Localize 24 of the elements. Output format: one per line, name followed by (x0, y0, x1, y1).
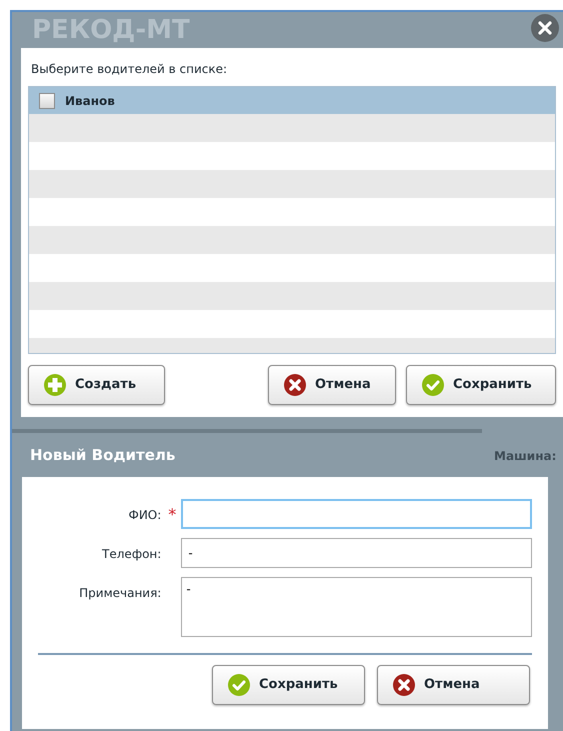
checkbox[interactable] (39, 92, 55, 108)
create-button[interactable]: Создать (28, 365, 165, 405)
text-field[interactable] (181, 499, 532, 529)
field-label: Телефон: (102, 546, 162, 563)
notes-field[interactable]: - (181, 577, 532, 637)
save-button[interactable]: Сохранить (406, 365, 556, 405)
plus-icon (43, 373, 67, 397)
dialog-title: Новый Водитель (30, 444, 176, 466)
save-button[interactable]: Сохранить (212, 665, 365, 705)
field-label: Примечания: (79, 585, 162, 602)
cancel-button[interactable]: Отмена (377, 665, 530, 705)
checkmark-icon (421, 373, 445, 397)
required-mark: * (168, 507, 176, 523)
close-button[interactable] (531, 14, 559, 42)
prompt-text: Выберите водителей в списке: (30, 61, 228, 78)
driver-list-item[interactable]: Иванов (29, 87, 555, 114)
checkmark-icon (227, 673, 251, 697)
cancel-button[interactable]: Отмена (268, 365, 396, 405)
text-field[interactable]: - (181, 538, 532, 568)
cross-icon (392, 673, 416, 697)
background-label: Машина: (494, 449, 556, 463)
close-icon (538, 21, 552, 35)
field-label: ФИО: (128, 507, 162, 524)
cross-icon (283, 373, 307, 397)
